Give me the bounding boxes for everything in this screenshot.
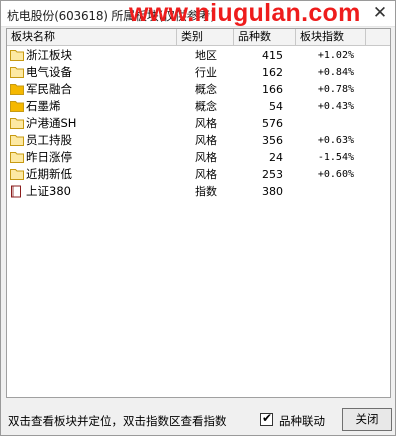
- sector-type: 风格: [195, 151, 217, 164]
- folder-filled-icon: [10, 83, 24, 96]
- sector-index: +0.43%: [317, 101, 354, 112]
- close-icon[interactable]: ✕: [369, 3, 391, 23]
- sector-name: 昨日涨停: [26, 150, 72, 164]
- list-header: 板块名称 类别 品种数 板块指数: [7, 29, 390, 46]
- column-header-name[interactable]: 板块名称: [7, 29, 177, 46]
- sector-list[interactable]: 板块名称 类别 品种数 板块指数 浙江板块 地区 415 +1.02% 电气设备 行业 16…: [6, 28, 391, 398]
- folder-icon: [10, 66, 24, 79]
- sector-name: 军民融合: [26, 82, 72, 96]
- folder-icon: [10, 168, 24, 181]
- sector-type: 概念: [195, 100, 217, 113]
- sector-index: [308, 183, 354, 200]
- hint-text: 双击查看板块并定位，双击指数区查看指数: [8, 414, 227, 428]
- folder-icon: [10, 49, 24, 62]
- sector-count: 162: [262, 66, 283, 79]
- sector-type: 指数: [195, 185, 217, 198]
- table-row[interactable]: 近期新低 风格 253 +0.60%: [7, 166, 390, 183]
- checkmark-icon: ✔: [262, 411, 273, 425]
- sector-count: 166: [262, 83, 283, 96]
- link-checkbox-label[interactable]: 品种联动: [279, 413, 325, 429]
- folder-icon: [10, 117, 24, 130]
- footer-bar: 双击查看板块并定位，双击指数区查看指数 ✔ 品种联动 关闭: [1, 404, 395, 435]
- sector-type: 风格: [195, 168, 217, 181]
- sector-count: 576: [262, 117, 283, 130]
- link-checkbox[interactable]: ✔: [260, 411, 273, 426]
- watermark-text: www.niugulan.com: [129, 0, 361, 27]
- sector-type: 行业: [195, 66, 217, 79]
- close-button[interactable]: 关闭: [342, 408, 392, 431]
- table-row[interactable]: 员工持股 风格 356 +0.63%: [7, 132, 390, 149]
- sector-count: 54: [269, 100, 283, 113]
- column-header-index[interactable]: 板块指数: [296, 29, 366, 46]
- sector-count: 356: [262, 134, 283, 147]
- sector-index: +0.84%: [317, 67, 354, 78]
- sector-count: 380: [262, 185, 283, 198]
- sector-count: 24: [269, 151, 283, 164]
- sector-name: 员工持股: [26, 133, 72, 147]
- sector-count: 253: [262, 168, 283, 181]
- sector-name: 石墨烯: [26, 99, 61, 113]
- table-row[interactable]: 电气设备 行业 162 +0.84%: [7, 64, 390, 81]
- sector-index: +0.78%: [317, 84, 354, 95]
- sector-name: 近期新低: [26, 167, 72, 181]
- sector-index: +0.60%: [317, 169, 354, 180]
- folder-icon: [10, 151, 24, 164]
- table-row[interactable]: 沪港通SH 风格 576: [7, 115, 390, 132]
- sector-index: [308, 115, 354, 132]
- table-row[interactable]: 军民融合 概念 166 +0.78%: [7, 81, 390, 98]
- folder-filled-icon: [10, 100, 24, 113]
- sector-count: 415: [262, 49, 283, 62]
- sector-index: +1.02%: [317, 50, 354, 61]
- sector-name: 浙江板块: [26, 48, 72, 62]
- sector-type: 风格: [195, 117, 217, 130]
- column-header-count[interactable]: 品种数: [234, 29, 296, 46]
- sector-index: +0.63%: [317, 135, 354, 146]
- column-header-type[interactable]: 类别: [177, 29, 234, 46]
- sector-type: 概念: [195, 83, 217, 96]
- sector-dialog: 杭电股份(603618) 所属板块(仅供参考) www.niugulan.com…: [0, 0, 396, 436]
- index-icon: [10, 185, 24, 198]
- folder-icon: [10, 134, 24, 147]
- sector-name: 沪港通SH: [26, 116, 77, 130]
- sector-type: 地区: [195, 49, 217, 62]
- list-rows: 浙江板块 地区 415 +1.02% 电气设备 行业 162 +0.84% 军民融合 概念 166 +…: [7, 47, 390, 200]
- table-row[interactable]: 昨日涨停 风格 24 -1.54%: [7, 149, 390, 166]
- sector-index: -1.54%: [317, 152, 354, 163]
- table-row[interactable]: 石墨烯 概念 54 +0.43%: [7, 98, 390, 115]
- sector-name: 电气设备: [26, 65, 72, 79]
- table-row[interactable]: 上证380 指数 380: [7, 183, 390, 200]
- title-bar: 杭电股份(603618) 所属板块(仅供参考) www.niugulan.com…: [1, 0, 395, 27]
- sector-type: 风格: [195, 134, 217, 147]
- table-row[interactable]: 浙江板块 地区 415 +1.02%: [7, 47, 390, 64]
- sector-name: 上证380: [26, 184, 71, 198]
